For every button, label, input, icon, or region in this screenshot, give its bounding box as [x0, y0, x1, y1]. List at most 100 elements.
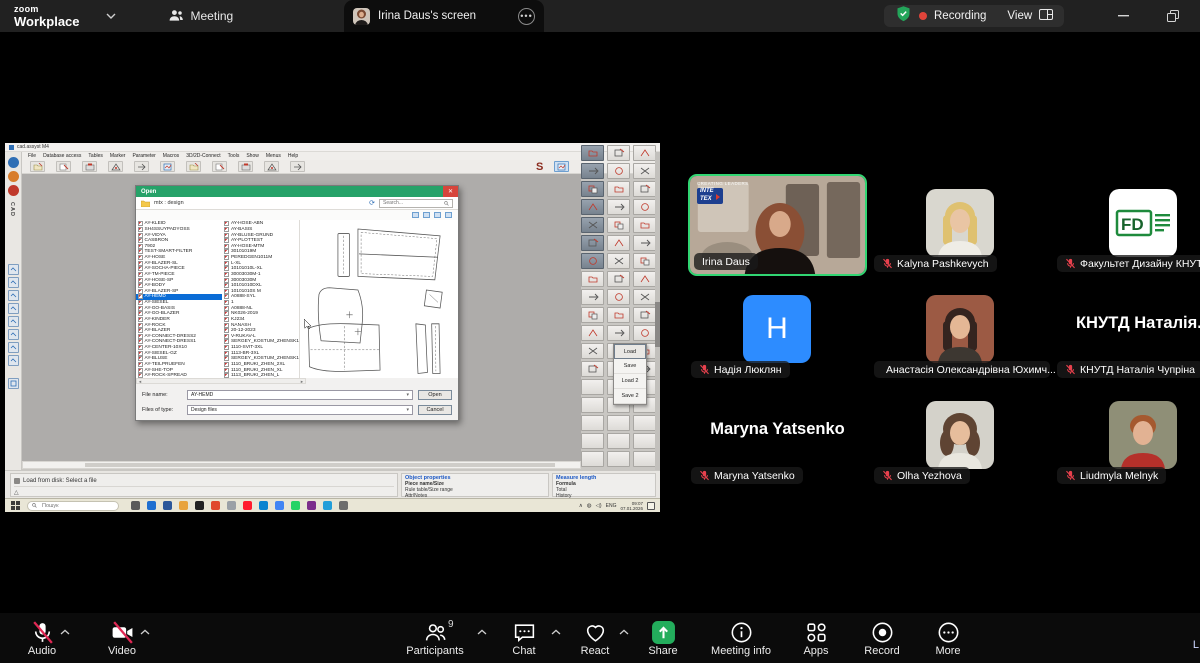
cad-tool-icon[interactable]: [264, 161, 279, 172]
participant-tile[interactable]: ННадія Люклян: [686, 278, 869, 384]
cad-sidebar-tool-icon[interactable]: [8, 290, 19, 301]
apps-button[interactable]: Apps: [785, 613, 847, 663]
view-option-icon[interactable]: [412, 212, 419, 218]
participants-button[interactable]: 9 Participants: [383, 613, 487, 663]
cad-tool-button[interactable]: [581, 433, 604, 449]
record-button[interactable]: Record: [847, 613, 917, 663]
chat-options-chevron[interactable]: [551, 622, 561, 640]
shared-screen[interactable]: cad.assyst M4 – □ ✕ FileDatabase accessT…: [5, 143, 660, 512]
cad-sidebar-tool-icon[interactable]: [8, 342, 19, 353]
cad-tool-button[interactable]: [581, 397, 604, 413]
menu-item-load-2[interactable]: Load 2: [614, 374, 646, 389]
cad-sidebar-round-icon[interactable]: [8, 171, 19, 182]
cad-tool-button[interactable]: [581, 253, 604, 269]
cad-tool-button[interactable]: [607, 235, 630, 251]
participants-options-chevron[interactable]: [477, 622, 487, 640]
cad-tool-button[interactable]: [581, 361, 604, 377]
menu-item[interactable]: 3D/2D-Connect: [186, 153, 220, 159]
cad-tool-button[interactable]: [633, 433, 656, 449]
cad-tool-button[interactable]: [581, 145, 604, 161]
taskbar-app-icon[interactable]: [323, 501, 332, 510]
cad-scrollbar[interactable]: [655, 152, 660, 498]
cad-tool-button[interactable]: [607, 217, 630, 233]
cad-tool-button[interactable]: [633, 253, 656, 269]
leave-button-cutoff[interactable]: L: [1193, 639, 1199, 651]
cad-tool-button[interactable]: [633, 325, 656, 341]
cad-tool-button[interactable]: [607, 289, 630, 305]
refresh-icon[interactable]: ⟳: [369, 200, 375, 207]
participant-tile[interactable]: КНУТД Наталія...КНУТД Наталія Чупріна: [1052, 278, 1200, 384]
taskbar-app-icon[interactable]: [339, 501, 348, 510]
video-options-chevron[interactable]: [140, 622, 150, 640]
cad-tool-button[interactable]: [581, 217, 604, 233]
react-button[interactable]: React: [561, 613, 629, 663]
cad-tool-button[interactable]: [633, 217, 656, 233]
taskbar-app-icon[interactable]: [211, 501, 220, 510]
undo-curve-icon[interactable]: S: [536, 161, 543, 173]
cad-horizontal-scrollbar[interactable]: [22, 461, 581, 469]
address-bar[interactable]: mtx : design ⟳: [136, 197, 458, 210]
file-list-column-1[interactable]: AY-KLEIDSH4SSUYPADYOSSAY-VIDYACASBRON790…: [136, 220, 222, 378]
start-button[interactable]: [11, 501, 20, 510]
cad-sidebar-round-icon[interactable]: [8, 157, 19, 168]
menu-item[interactable]: Show: [246, 153, 259, 159]
taskbar-app-icon[interactable]: [163, 501, 172, 510]
file-list-item[interactable]: SERGEY_KOSTUM_ZHENSK1H: [222, 339, 299, 345]
cad-tool-icon[interactable]: [290, 161, 305, 172]
cad-tool-button[interactable]: [633, 271, 656, 287]
menu-item[interactable]: Help: [288, 153, 298, 159]
react-options-chevron[interactable]: [619, 622, 629, 640]
taskbar-app-icon[interactable]: [131, 501, 140, 510]
cad-tool-button[interactable]: [607, 415, 630, 431]
cad-tool-button[interactable]: [581, 307, 604, 323]
cad-tool-button[interactable]: [607, 325, 630, 341]
taskbar-app-icon[interactable]: [179, 501, 188, 510]
participant-tile[interactable]: Анастасія Олександрівна Юхимч...: [869, 278, 1052, 384]
language-indicator[interactable]: ENG: [606, 503, 617, 509]
view-option-icon[interactable]: [423, 212, 430, 218]
tab-shared-screen[interactable]: Irina Daus's screen •••: [344, 0, 544, 32]
participant-tile[interactable]: Kalyna Pashkevych: [869, 172, 1052, 278]
workspace-dropdown-chevron-icon[interactable]: [106, 13, 116, 19]
cad-sidebar-tool-icon[interactable]: [8, 303, 19, 314]
taskbar-app-icon[interactable]: [147, 501, 156, 510]
taskbar-app-icon[interactable]: [195, 501, 204, 510]
participant-tile[interactable]: Olha Yezhova: [869, 384, 1052, 490]
cad-tool-button[interactable]: [607, 199, 630, 215]
tray-chevron-icon[interactable]: ∧: [579, 503, 583, 509]
3d-view-icon[interactable]: [554, 161, 569, 172]
cad-tool-button[interactable]: [607, 181, 630, 197]
cad-tool-button[interactable]: [581, 271, 604, 287]
cad-tool-icon[interactable]: [134, 161, 149, 172]
menu-item-save-2[interactable]: Save 2: [614, 389, 646, 404]
cad-tool-button[interactable]: [581, 235, 604, 251]
cad-tool-button[interactable]: [607, 145, 630, 161]
taskbar-search-input[interactable]: [40, 502, 110, 510]
cad-tool-button[interactable]: [607, 163, 630, 179]
system-tray[interactable]: ∧ ◍ ◁) ENG 09:07 07.01.2026: [579, 501, 655, 511]
open-dialog-titlebar[interactable]: Open ✕: [136, 186, 458, 197]
cad-tool-button[interactable]: [581, 199, 604, 215]
taskbar-app-icon[interactable]: [243, 501, 252, 510]
cad-tool-icon[interactable]: [186, 161, 201, 172]
file-list-column-2[interactable]: AY-HOSE-ABNAY-BASISAY-BLUSE-GRUNDAY-PLOT…: [222, 220, 299, 378]
cad-tool-button[interactable]: [607, 271, 630, 287]
menu-item-save[interactable]: Save: [614, 359, 646, 374]
participant-tile[interactable]: CREATING LEADERSINTETEXIrina Daus: [686, 172, 869, 278]
recording-label[interactable]: Recording: [934, 10, 986, 22]
cad-tool-button[interactable]: [581, 325, 604, 341]
cad-sidebar-tool-icon[interactable]: [8, 378, 19, 389]
cad-sidebar-round-icon[interactable]: [8, 185, 19, 196]
open-dialog[interactable]: Open ✕ mtx : design ⟳: [135, 185, 459, 421]
taskbar-app-icon[interactable]: [227, 501, 236, 510]
menu-item[interactable]: Tables: [88, 153, 102, 159]
cad-tool-button[interactable]: [633, 415, 656, 431]
taskbar-search[interactable]: [27, 501, 119, 511]
file-list-scrollbar[interactable]: ◄►: [136, 378, 306, 384]
cad-tool-button[interactable]: [607, 433, 630, 449]
cad-tool-button[interactable]: [633, 163, 656, 179]
cad-tool-icon[interactable]: [238, 161, 253, 172]
cad-tool-button[interactable]: [607, 253, 630, 269]
cad-tool-button[interactable]: [633, 199, 656, 215]
meeting-info-button[interactable]: Meeting info: [697, 613, 785, 663]
